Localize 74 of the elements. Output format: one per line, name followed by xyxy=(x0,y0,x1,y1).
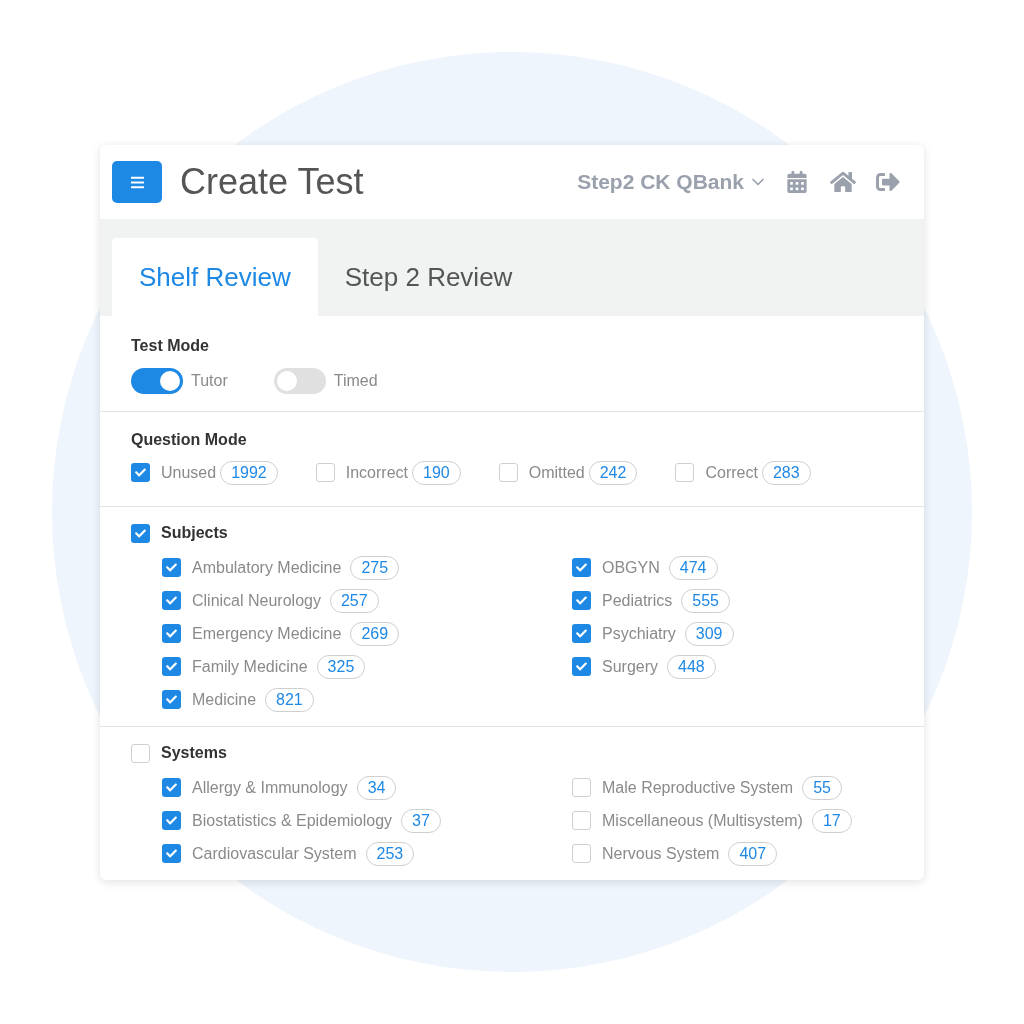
toggle-switch[interactable] xyxy=(131,368,183,394)
option-label: Clinical Neurology xyxy=(192,590,321,611)
checkbox[interactable] xyxy=(162,657,181,676)
checkbox[interactable] xyxy=(572,591,591,610)
menu-button[interactable] xyxy=(112,161,162,203)
checkbox[interactable] xyxy=(162,624,181,643)
option-label: Omitted xyxy=(528,462,585,483)
checkbox[interactable] xyxy=(572,657,591,676)
checkbox[interactable] xyxy=(572,811,591,830)
checkbox[interactable] xyxy=(131,743,150,763)
checkbox[interactable] xyxy=(572,844,591,863)
logout-button[interactable] xyxy=(876,170,900,194)
option-label: Cardiovascular System xyxy=(192,843,357,864)
toggle-label: Tutor xyxy=(191,371,228,391)
check-icon xyxy=(576,562,587,573)
check-icon xyxy=(166,628,177,639)
checkbox[interactable] xyxy=(572,778,591,797)
option-label: Emergency Medicine xyxy=(192,623,342,644)
checkbox[interactable] xyxy=(498,463,518,482)
checkbox[interactable] xyxy=(162,591,181,610)
checkbox[interactable] xyxy=(315,463,335,482)
check-icon xyxy=(166,661,177,672)
checkbox[interactable] xyxy=(162,778,181,797)
check-icon xyxy=(166,815,177,826)
option-label: Medicine xyxy=(192,689,257,710)
check-icon xyxy=(166,562,177,573)
option-label: Surgery xyxy=(602,656,659,677)
option-label: OBGYN xyxy=(602,557,660,578)
section-title: Question Mode xyxy=(131,430,248,450)
option-label: Incorrect xyxy=(345,462,408,483)
checkbox[interactable] xyxy=(162,558,181,577)
checkbox[interactable] xyxy=(162,844,181,863)
option-label: Allergy & Immunology xyxy=(192,777,348,798)
option-label: Unused xyxy=(161,462,217,483)
option-label: Pediatrics xyxy=(602,590,673,611)
qbank-selector[interactable]: Step2 CK QBank xyxy=(577,166,768,198)
home-button[interactable] xyxy=(830,169,856,195)
check-icon xyxy=(166,782,177,793)
option-label: Male Reproductive System xyxy=(602,777,794,798)
calendar-icon xyxy=(786,171,808,193)
check-icon xyxy=(166,848,177,859)
toggle-switch[interactable] xyxy=(273,368,326,394)
checkbox[interactable] xyxy=(131,463,150,482)
check-icon xyxy=(135,467,146,478)
checkbox[interactable] xyxy=(162,811,181,830)
check-icon xyxy=(576,661,587,672)
check-icon xyxy=(166,694,177,705)
page-title: Create Test xyxy=(180,160,364,204)
check-icon xyxy=(576,595,587,606)
section-title: Subjects xyxy=(161,523,228,543)
check-icon xyxy=(166,595,177,606)
option-label: Nervous System xyxy=(602,843,720,864)
section-title: Systems xyxy=(161,743,227,763)
option-label: Correct xyxy=(705,462,758,483)
toggle-label: Timed xyxy=(333,371,378,391)
checkbox[interactable] xyxy=(572,624,591,643)
checkbox[interactable] xyxy=(131,523,150,543)
menu-icon xyxy=(129,174,145,190)
calendar-button[interactable] xyxy=(786,171,808,193)
option-label: Ambulatory Medicine xyxy=(192,557,342,578)
section-title: Test Mode xyxy=(131,336,210,356)
option-label: Miscellaneous (Multisystem) xyxy=(602,810,803,831)
tab[interactable]: Step 2 Review xyxy=(317,238,540,316)
check-icon xyxy=(576,628,587,639)
option-label: Psychiatry xyxy=(602,623,676,644)
check-icon xyxy=(135,527,146,539)
logout-icon xyxy=(876,170,900,194)
option-label: Family Medicine xyxy=(192,656,308,677)
checkbox[interactable] xyxy=(675,463,695,482)
home-icon xyxy=(830,169,856,195)
checkbox[interactable] xyxy=(572,558,591,577)
checkbox[interactable] xyxy=(162,690,181,709)
option-label: Biostatistics & Epidemiology xyxy=(192,810,393,831)
tab[interactable]: Shelf Review xyxy=(112,238,318,316)
